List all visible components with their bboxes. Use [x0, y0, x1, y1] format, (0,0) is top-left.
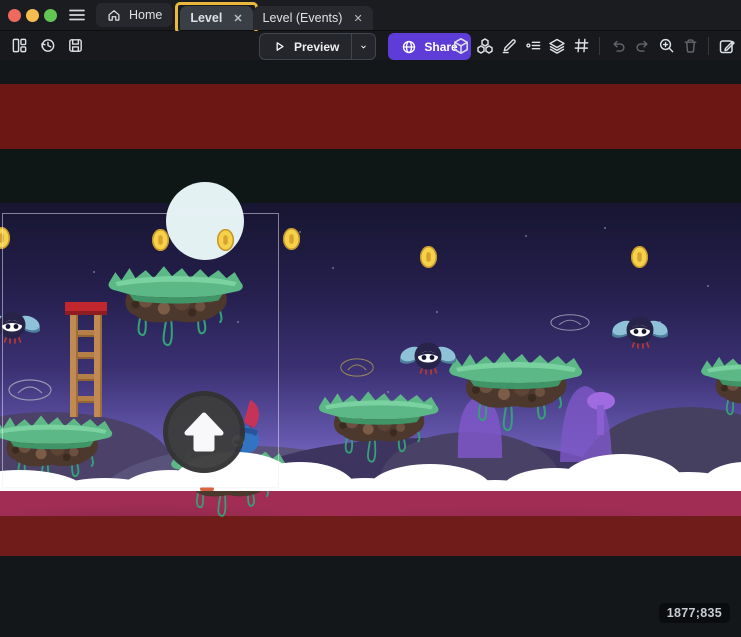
platform-object[interactable]: [698, 350, 741, 428]
tab-level[interactable]: Level ✕: [180, 6, 252, 30]
toolbar-divider: [708, 37, 709, 55]
toolbar-center-group: Preview Share: [259, 33, 471, 60]
platform-object[interactable]: [105, 260, 247, 351]
hamburger-icon: [68, 6, 86, 24]
ground-magenta-band: [0, 491, 741, 516]
zoom-window-button[interactable]: [44, 9, 57, 22]
flying-enemy-object[interactable]: [0, 307, 40, 347]
flying-enemy-object[interactable]: [612, 312, 668, 352]
tab-bar: Home Level ✕ Level (Events) ✕: [96, 0, 373, 30]
tab-level-label: Level: [190, 11, 222, 25]
properties-button[interactable]: [522, 33, 544, 58]
preview-label: Preview: [294, 40, 339, 54]
coin-object[interactable]: [283, 228, 300, 250]
ground-red-band: [0, 516, 741, 556]
outline-ellipse-object[interactable]: [340, 358, 374, 377]
background-red-band-top: [0, 84, 741, 149]
ladder-object[interactable]: [65, 302, 107, 417]
preview-split-button: Preview: [259, 33, 376, 60]
close-tab-icon[interactable]: ✕: [353, 12, 362, 25]
coin-object[interactable]: [152, 229, 169, 251]
history-icon: [39, 37, 56, 54]
coin-object[interactable]: [631, 246, 648, 268]
preview-options-button[interactable]: [351, 34, 375, 59]
close-window-button[interactable]: [8, 9, 21, 22]
objects-panel-button[interactable]: [450, 33, 472, 58]
outline-ellipse-object[interactable]: [8, 379, 52, 401]
delete-button[interactable]: [679, 33, 701, 58]
minimize-window-button[interactable]: [26, 9, 39, 22]
edit-scene-button[interactable]: [716, 33, 738, 58]
chevron-down-icon: [358, 40, 369, 54]
cloud-layer: [0, 440, 741, 491]
preview-button[interactable]: Preview: [260, 34, 351, 59]
play-icon: [272, 39, 287, 54]
toolbar-right-group: [450, 33, 738, 58]
toolbar-divider: [599, 37, 600, 55]
panels-button[interactable]: [8, 33, 30, 58]
cursor-coordinates-badge: 1877;835: [659, 603, 730, 623]
layers-button[interactable]: [546, 33, 568, 58]
window-controls: [0, 9, 57, 22]
toolbar-left-group: [8, 33, 86, 58]
grid-button[interactable]: [570, 33, 592, 58]
layers-icon: [548, 37, 566, 55]
main-menu-button[interactable]: [66, 4, 88, 26]
edit-note-icon: [718, 37, 736, 55]
grid-icon: [573, 37, 590, 54]
properties-icon: [525, 37, 542, 54]
platform-object[interactable]: [446, 346, 586, 436]
pencil-icon: [501, 37, 518, 54]
home-icon: [106, 7, 122, 23]
coin-object[interactable]: [420, 246, 437, 268]
object-groups-button[interactable]: [474, 33, 496, 58]
zoom-in-icon: [658, 37, 675, 54]
undo-icon: [610, 37, 627, 54]
flying-enemy-object[interactable]: [400, 338, 456, 378]
trash-icon: [682, 37, 699, 54]
scene-editor-canvas[interactable]: 1877;835: [0, 60, 741, 637]
coin-object[interactable]: [0, 227, 10, 249]
titlebar: Home Level ✕ Level (Events) ✕: [0, 0, 741, 31]
close-tab-icon[interactable]: ✕: [233, 12, 242, 25]
arrow-up-icon: [181, 409, 227, 455]
tab-home-label: Home: [129, 8, 162, 22]
coin-object[interactable]: [217, 229, 234, 251]
save-button[interactable]: [64, 33, 86, 58]
globe-icon: [401, 39, 417, 55]
jump-arrow-button[interactable]: [163, 391, 245, 473]
outline-ellipse-object[interactable]: [550, 314, 590, 331]
history-button[interactable]: [36, 33, 58, 58]
tab-level-events[interactable]: Level (Events) ✕: [253, 6, 373, 30]
tab-level-events-label: Level (Events): [263, 11, 343, 25]
save-icon: [67, 37, 84, 54]
undo-button[interactable]: [607, 33, 629, 58]
edit-button[interactable]: [498, 33, 520, 58]
zoom-button[interactable]: [655, 33, 677, 58]
scene-toolbar: Preview Share: [0, 31, 741, 60]
objects-icon: [452, 37, 470, 55]
tab-home[interactable]: Home: [96, 3, 172, 27]
object-groups-icon: [476, 37, 494, 55]
lava-splash: [200, 487, 214, 491]
panels-icon: [11, 37, 28, 54]
redo-button[interactable]: [631, 33, 653, 58]
redo-icon: [634, 37, 651, 54]
